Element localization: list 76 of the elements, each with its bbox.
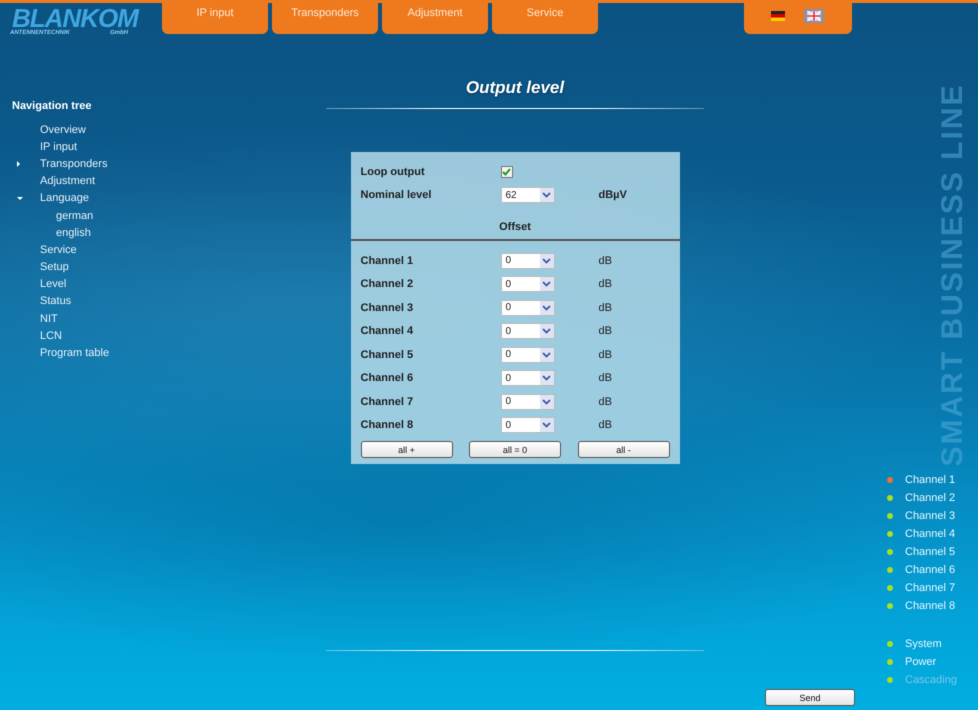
nav-tree-item[interactable]: Level xyxy=(40,278,66,290)
chevron-down-icon xyxy=(542,328,551,334)
status-label: Channel 3 xyxy=(905,510,956,522)
send-button[interactable]: Send xyxy=(765,689,855,706)
channel-label: Channel 2 xyxy=(360,277,414,292)
chevron-down-icon xyxy=(542,258,551,264)
unit-label: dB xyxy=(598,277,613,292)
channel-label: Channel 6 xyxy=(360,371,414,386)
field-label: Loop output xyxy=(360,164,426,180)
nav-tree-item[interactable]: german xyxy=(56,210,94,222)
status-label: Channel 2 xyxy=(905,492,956,504)
nav-tree-item[interactable]: Program table xyxy=(40,347,110,360)
british-flag-icon xyxy=(807,11,821,21)
unit-label: dB xyxy=(598,371,613,386)
channel-label: Channel 1 xyxy=(360,254,414,269)
unit-label: dB xyxy=(598,324,613,340)
dropdown[interactable]: 0 xyxy=(500,323,554,340)
offset-button[interactable]: all = 0 xyxy=(469,441,561,458)
nav-tree-item[interactable]: Language xyxy=(40,192,89,204)
nav-tree-item[interactable]: Status xyxy=(40,295,72,308)
nav-tree-item[interactable]: english xyxy=(56,226,91,239)
dropdown[interactable]: 0 xyxy=(500,394,554,410)
section-heading: Offset xyxy=(350,221,680,241)
chevron-down-icon xyxy=(542,192,551,198)
dropdown[interactable]: 0 xyxy=(500,346,554,363)
dropdown[interactable]: 0 xyxy=(500,276,554,292)
nav-tree-item[interactable]: Setup xyxy=(40,261,69,274)
nav-tree-title: Navigation tree xyxy=(12,100,92,112)
dropdown[interactable]: 0 xyxy=(500,370,554,386)
status-label: Channel 4 xyxy=(905,528,956,540)
channel-label: Channel 8 xyxy=(360,418,414,434)
unit-label: dB xyxy=(598,300,613,316)
status-label: Channel 6 xyxy=(905,564,956,576)
unit-label: dB xyxy=(598,348,613,363)
dropdown[interactable]: 0 xyxy=(500,300,554,316)
chevron-down-icon xyxy=(542,422,551,428)
channel-label: Channel 7 xyxy=(360,394,414,410)
loop-output-checkbox[interactable] xyxy=(500,166,512,178)
nav-tree-item[interactable]: LCN xyxy=(40,330,62,342)
chevron-down-icon xyxy=(542,352,551,358)
status-label: Channel 8 xyxy=(905,600,956,612)
status-label: Power xyxy=(905,656,936,668)
unit-label: dB xyxy=(598,418,613,434)
german-flag-icon xyxy=(771,11,785,21)
nav-tree-item[interactable]: Service xyxy=(40,244,77,256)
channel-label: Channel 4 xyxy=(360,324,414,340)
chevron-down-icon xyxy=(542,304,551,311)
unit-label: dB xyxy=(598,254,613,269)
status-label: Channel 1 xyxy=(905,474,956,486)
dropdown[interactable]: 62 xyxy=(500,187,554,204)
dropdown[interactable]: 0 xyxy=(500,417,554,434)
flag-button[interactable] xyxy=(804,9,824,23)
expand-arrow-icon[interactable] xyxy=(17,160,20,167)
status-label: Channel 7 xyxy=(905,582,956,594)
chevron-down-icon xyxy=(542,375,551,382)
channel-label: Channel 3 xyxy=(360,300,414,316)
channel-label: Channel 5 xyxy=(360,348,414,363)
offset-button[interactable]: all + xyxy=(360,441,452,458)
page-title: Output level xyxy=(466,78,564,98)
chevron-down-icon xyxy=(542,281,551,288)
status-label: System xyxy=(905,638,942,650)
status-label: Cascading xyxy=(905,674,957,686)
nav-tree-item[interactable]: IP input xyxy=(40,140,78,153)
dropdown[interactable]: 0 xyxy=(500,252,554,269)
chevron-down-icon xyxy=(542,398,551,405)
collapse-arrow-icon[interactable] xyxy=(17,196,23,200)
unit-label: dB xyxy=(598,394,613,410)
flag-button[interactable] xyxy=(768,9,788,23)
unit-label: dBµV xyxy=(598,188,628,204)
nav-tree-item[interactable]: NIT xyxy=(40,312,58,325)
nav-tree-item[interactable]: Adjustment xyxy=(40,175,96,188)
nav-tree-item[interactable]: Transponders xyxy=(40,158,108,170)
field-label: Nominal level xyxy=(360,188,432,204)
offset-button[interactable]: all - xyxy=(578,441,670,458)
status-label: Channel 5 xyxy=(905,546,956,558)
nav-tree-item[interactable]: Overview xyxy=(40,124,86,136)
